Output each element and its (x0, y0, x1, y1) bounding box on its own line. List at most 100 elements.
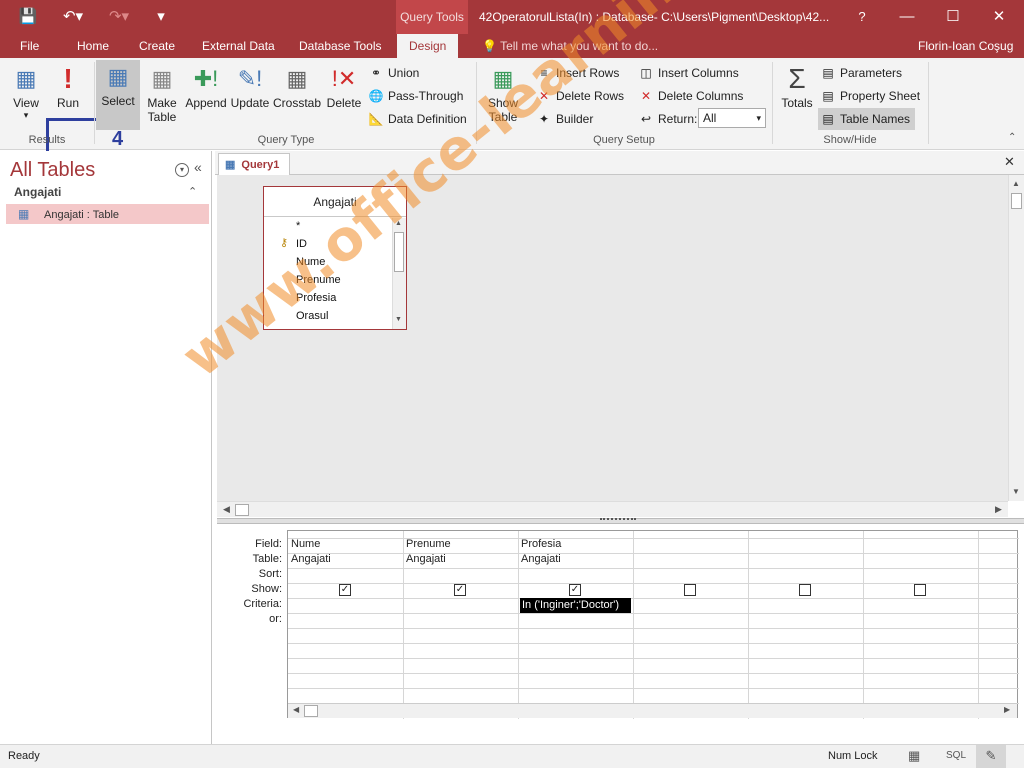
save-icon[interactable]: 💾 (14, 0, 42, 34)
row-label-table: Table: (252, 553, 282, 565)
design-view-icon[interactable]: ✎ (976, 745, 1006, 768)
criteria-cell-selected[interactable]: In ('Inginer';'Doctor') (520, 598, 631, 613)
horizontal-scrollbar[interactable]: ◀ ▶ (217, 501, 1008, 517)
datasheet-view-icon[interactable]: ▦ (908, 745, 920, 767)
minimize-icon[interactable]: — (892, 0, 922, 34)
checkmark-icon: ✓ (455, 584, 465, 595)
parameters-label: Parameters (840, 66, 903, 80)
chevron-down-icon: ▾ (23, 110, 29, 120)
tab-design[interactable]: Design (397, 34, 459, 58)
scroll-right-icon[interactable]: ▶ (995, 504, 1002, 515)
grid-horizontal-scrollbar[interactable]: ◀ ▶ (288, 703, 1017, 718)
grid-table-cell[interactable]: Angajati (518, 552, 632, 567)
table-icon: ▦ (18, 207, 30, 221)
run-button[interactable]: ! Run (50, 62, 86, 110)
show-checkbox[interactable] (684, 584, 696, 596)
tab-external-data[interactable]: External Data (202, 34, 275, 58)
help-button[interactable]: ? (850, 0, 874, 34)
nav-title[interactable]: All Tables (10, 159, 95, 182)
property-sheet-button[interactable]: ▤ Property Sheet (820, 85, 920, 107)
delete-query-icon: !✕ (331, 66, 357, 91)
nav-item-label: Angajati : Table (44, 209, 120, 221)
union-button[interactable]: ⚭ Union (368, 62, 419, 84)
grid-field-cell[interactable]: Nume (288, 537, 402, 552)
return-dropdown[interactable]: All ▾ (698, 108, 766, 128)
view-button[interactable]: ▦ View ▾ (8, 62, 44, 121)
tab-home[interactable]: Home (77, 34, 109, 58)
make-table-icon: ▦ (151, 66, 173, 91)
crosstab-icon: ▦ (286, 66, 308, 91)
union-label: Union (388, 66, 420, 80)
row-label-criteria: Criteria: (243, 598, 282, 610)
insert-columns-button[interactable]: ◫ Insert Columns (638, 62, 739, 84)
status-ready: Ready (8, 750, 40, 762)
scroll-down-icon[interactable]: ▼ (1012, 487, 1020, 496)
delete-columns-button[interactable]: ✕ Delete Columns (638, 85, 743, 107)
splitter-grip-icon[interactable] (600, 518, 636, 522)
scroll-down-icon[interactable]: ▼ (395, 316, 402, 323)
scroll-right-icon[interactable]: ▶ (1004, 705, 1010, 714)
show-checkbox[interactable]: ✓ (339, 584, 351, 596)
pass-through-label: Pass-Through (388, 89, 464, 103)
group-querytype-label: Query Type (257, 134, 315, 146)
scroll-thumb[interactable] (1011, 193, 1022, 209)
scroll-thumb[interactable] (304, 705, 318, 717)
nav-menu-icon[interactable]: ▾ (175, 163, 189, 177)
collapse-group-icon[interactable]: ⌃ (188, 185, 197, 198)
show-checkbox[interactable] (799, 584, 811, 596)
grid-table-cell[interactable]: Angajati (288, 552, 402, 567)
customize-qat-icon[interactable]: ▾ (150, 0, 172, 34)
user-name[interactable]: Florin-Ioan Coşug (918, 34, 1013, 58)
grid-field-cell[interactable]: Profesia (518, 537, 632, 552)
nav-item-angajati-table[interactable]: ▦ Angajati : Table (6, 204, 209, 224)
group-querysetup-label: Query Setup (593, 134, 655, 146)
tab-create[interactable]: Create (139, 34, 175, 58)
redo-icon[interactable]: ↷▾ (104, 0, 134, 34)
undo-icon[interactable]: ↶▾ (58, 0, 88, 34)
group-showhide-label: Show/Hide (823, 134, 877, 146)
separator (928, 62, 929, 144)
tab-query1[interactable]: ▦ Query1 (218, 153, 290, 176)
show-checkbox[interactable]: ✓ (569, 584, 581, 596)
collapse-ribbon-icon[interactable]: ⌃ (1008, 132, 1016, 143)
insert-columns-icon: ◫ (640, 66, 652, 80)
delete-query-button[interactable]: !✕ Delete (324, 62, 364, 110)
grid-field-cell[interactable]: Prenume (403, 537, 517, 552)
scroll-left-icon[interactable]: ◀ (223, 504, 230, 515)
tab-file[interactable]: File (20, 34, 39, 58)
delete-columns-label: Delete Columns (658, 89, 744, 103)
query-icon: ▦ (225, 159, 236, 171)
close-document-icon[interactable]: ✕ (1004, 154, 1015, 170)
return-icon: ↩ (640, 112, 652, 126)
make-table-button[interactable]: ▦ Make Table (144, 62, 180, 124)
parameters-icon: ▤ (822, 66, 834, 80)
scroll-left-icon[interactable]: ◀ (293, 705, 299, 714)
title-bar: 💾 ↶▾ ↷▾ ▾ Query Tools 42OperatorulLista(… (0, 0, 1024, 34)
shutter-bar-icon[interactable]: « (194, 159, 202, 175)
select-button[interactable]: ▦ Select (96, 60, 140, 130)
maximize-icon[interactable]: ☐ (938, 0, 968, 34)
field-asterisk[interactable]: * (296, 217, 300, 235)
grid-table-cell[interactable]: Angajati (403, 552, 517, 567)
sql-view-button[interactable]: SQL (946, 745, 966, 767)
update-label: Update (230, 96, 270, 110)
scroll-thumb[interactable] (235, 504, 249, 516)
document-tab-strip (215, 151, 1024, 175)
nav-group-header[interactable]: Angajati (14, 185, 61, 199)
table-names-button[interactable]: ▤ Table Names (818, 108, 915, 130)
pass-through-button[interactable]: 🌐 Pass-Through (368, 85, 464, 107)
vertical-scrollbar[interactable]: ▲ ▼ (1008, 175, 1024, 501)
view-label: View (13, 96, 39, 110)
insert-columns-label: Insert Columns (658, 66, 739, 80)
scroll-up-icon[interactable]: ▲ (1012, 179, 1020, 188)
show-checkbox[interactable]: ✓ (454, 584, 466, 596)
update-button[interactable]: ✎! Update (230, 62, 270, 110)
tab-database-tools[interactable]: Database Tools (299, 34, 382, 58)
make-table-label-2: Table (147, 110, 177, 124)
parameters-button[interactable]: ▤ Parameters (820, 62, 902, 84)
totals-button[interactable]: Σ Totals (778, 62, 816, 110)
crosstab-button[interactable]: ▦ Crosstab (273, 62, 321, 110)
close-icon[interactable]: ✕ (984, 0, 1014, 34)
append-button[interactable]: ✚! Append (184, 62, 228, 110)
show-checkbox[interactable] (914, 584, 926, 596)
